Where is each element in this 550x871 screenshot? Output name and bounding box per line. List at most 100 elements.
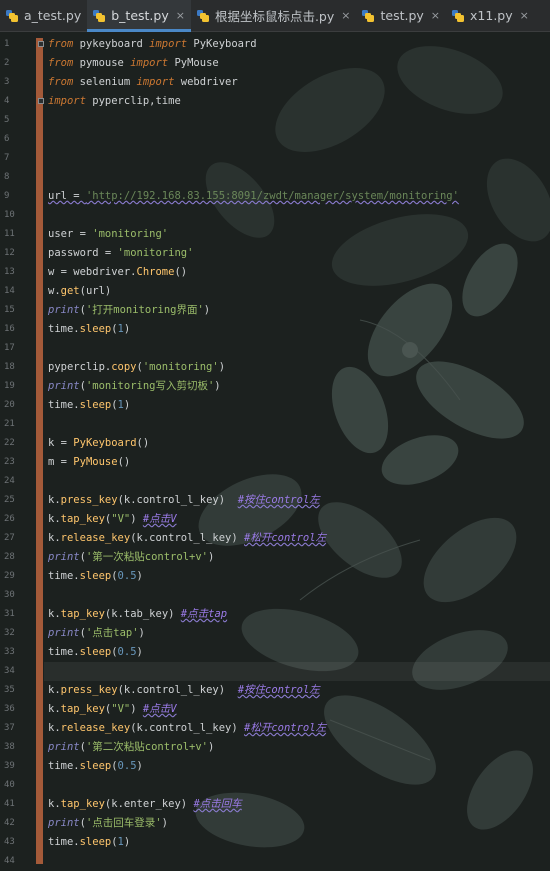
code-line: k.press_key(k.control_l_key) #按住control左 bbox=[48, 684, 320, 696]
line-number: 19 bbox=[4, 381, 15, 391]
line-number: 34 bbox=[4, 666, 15, 676]
line-number: 44 bbox=[4, 856, 15, 866]
line-number: 27 bbox=[4, 533, 15, 543]
line-number: 35 bbox=[4, 685, 15, 695]
line-number: 9 bbox=[4, 191, 10, 201]
line-number: 42 bbox=[4, 818, 15, 828]
code-line: time.sleep(0.5) bbox=[48, 646, 143, 658]
fold-toggle-icon[interactable] bbox=[38, 98, 44, 104]
line-number: 43 bbox=[4, 837, 15, 847]
code-line: print('点击tap') bbox=[48, 627, 145, 639]
tab-label: a_test.py bbox=[24, 8, 82, 23]
code-line: print('点击回车登录') bbox=[48, 817, 168, 829]
line-number: 8 bbox=[4, 172, 10, 182]
line-number: 7 bbox=[4, 153, 10, 163]
code-line: time.sleep(0.5) bbox=[48, 570, 143, 582]
tab-b-test[interactable]: b_test.py × bbox=[87, 0, 191, 32]
line-number: 10 bbox=[4, 210, 15, 220]
line-number: 37 bbox=[4, 723, 15, 733]
line-number: 29 bbox=[4, 571, 15, 581]
line-number: 36 bbox=[4, 704, 15, 714]
code-line: print('第一次粘贴control+v') bbox=[48, 551, 215, 563]
vcs-change-marker bbox=[36, 38, 43, 864]
line-number: 2 bbox=[4, 58, 10, 68]
line-number: 17 bbox=[4, 343, 15, 353]
code-line: k.release_key(k.control_l_key) #松开contro… bbox=[48, 722, 327, 734]
line-number: 30 bbox=[4, 590, 15, 600]
line-number: 1 bbox=[4, 39, 10, 49]
code-line: time.sleep(1) bbox=[48, 399, 131, 411]
fold-toggle-icon[interactable] bbox=[38, 41, 44, 47]
code-line: url = 'http://192.168.83.155:8091/zwdt/m… bbox=[48, 190, 459, 202]
tab-label: b_test.py bbox=[111, 8, 169, 23]
line-number: 28 bbox=[4, 552, 15, 562]
code-line: m = PyMouse() bbox=[48, 456, 131, 468]
code-line: from selenium import webdriver bbox=[48, 76, 238, 88]
line-number: 22 bbox=[4, 438, 15, 448]
code-line: import pyperclip,time bbox=[48, 95, 181, 107]
python-file-icon bbox=[196, 9, 209, 22]
code-line: from pymouse import PyMouse bbox=[48, 57, 219, 69]
line-number: 31 bbox=[4, 609, 15, 619]
tab-label: x11.py bbox=[470, 8, 513, 23]
line-number: 13 bbox=[4, 267, 15, 277]
code-line: k.tap_key("V") #点击V bbox=[48, 513, 177, 525]
line-number: 5 bbox=[4, 115, 10, 125]
line-number: 4 bbox=[4, 96, 10, 106]
close-icon[interactable]: × bbox=[176, 9, 185, 22]
tab-label: test.py bbox=[380, 8, 424, 23]
code-line: print('monitoring写入剪切板') bbox=[48, 380, 221, 392]
line-number: 33 bbox=[4, 647, 15, 657]
line-number: 25 bbox=[4, 495, 15, 505]
close-icon[interactable]: × bbox=[520, 9, 529, 22]
code-line: time.sleep(1) bbox=[48, 323, 131, 335]
line-number: 3 bbox=[4, 77, 10, 87]
tab-coordinate-click[interactable]: 根据坐标鼠标点击.py × bbox=[191, 0, 357, 31]
line-number: 38 bbox=[4, 742, 15, 752]
line-number: 39 bbox=[4, 761, 15, 771]
line-number: 21 bbox=[4, 419, 15, 429]
code-line: user = 'monitoring' bbox=[48, 228, 169, 240]
python-file-icon bbox=[6, 9, 18, 22]
code-line: from pykeyboard import PyKeyboard bbox=[48, 38, 257, 50]
code-line: password = 'monitoring' bbox=[48, 247, 194, 259]
code-line: k.press_key(k.control_l_key) #按住control左 bbox=[48, 494, 320, 506]
code-line: print('打开monitoring界面') bbox=[48, 304, 211, 316]
line-number: 11 bbox=[4, 229, 15, 239]
current-line-highlight bbox=[44, 662, 550, 681]
code-line: pyperclip.copy('monitoring') bbox=[48, 361, 226, 373]
close-icon[interactable]: × bbox=[341, 9, 350, 22]
tab-label: 根据坐标鼠标点击.py bbox=[214, 9, 335, 24]
tab-test[interactable]: test.py × bbox=[356, 0, 446, 31]
line-number: 32 bbox=[4, 628, 15, 638]
line-number: 41 bbox=[4, 799, 15, 809]
code-line: k.tap_key(k.tab_key) #点击tap bbox=[48, 608, 228, 620]
line-number: 26 bbox=[4, 514, 15, 524]
code-line: time.sleep(0.5) bbox=[48, 760, 143, 772]
python-file-icon bbox=[452, 9, 465, 22]
python-file-icon bbox=[93, 9, 106, 22]
line-number: 23 bbox=[4, 457, 15, 467]
line-number: 15 bbox=[4, 305, 15, 315]
code-line: k.release_key(k.control_l_key) #松开contro… bbox=[48, 532, 327, 544]
line-number: 6 bbox=[4, 134, 10, 144]
code-line: w.get(url) bbox=[48, 285, 112, 297]
line-number: 12 bbox=[4, 248, 15, 258]
close-icon[interactable]: × bbox=[431, 9, 440, 22]
line-number: 20 bbox=[4, 400, 15, 410]
line-number: 40 bbox=[4, 780, 15, 790]
code-line: k.tap_key("V") #点击V bbox=[48, 703, 177, 715]
tab-a-test[interactable]: a_test.py bbox=[0, 0, 87, 31]
code-line: k.tap_key(k.enter_key) #点击回车 bbox=[48, 798, 242, 810]
tab-x11[interactable]: x11.py × bbox=[446, 0, 535, 31]
python-file-icon bbox=[362, 9, 375, 22]
editor-tab-bar: a_test.py b_test.py × 根据坐标鼠标点击.py × test… bbox=[0, 0, 550, 32]
code-line: k = PyKeyboard() bbox=[48, 437, 150, 449]
line-number: 18 bbox=[4, 362, 15, 372]
code-line: time.sleep(1) bbox=[48, 836, 131, 848]
line-number: 24 bbox=[4, 476, 15, 486]
code-line: w = webdriver.Chrome() bbox=[48, 266, 188, 278]
line-number: 14 bbox=[4, 286, 15, 296]
code-line: print('第二次粘贴control+v') bbox=[48, 741, 215, 753]
line-number: 16 bbox=[4, 324, 15, 334]
